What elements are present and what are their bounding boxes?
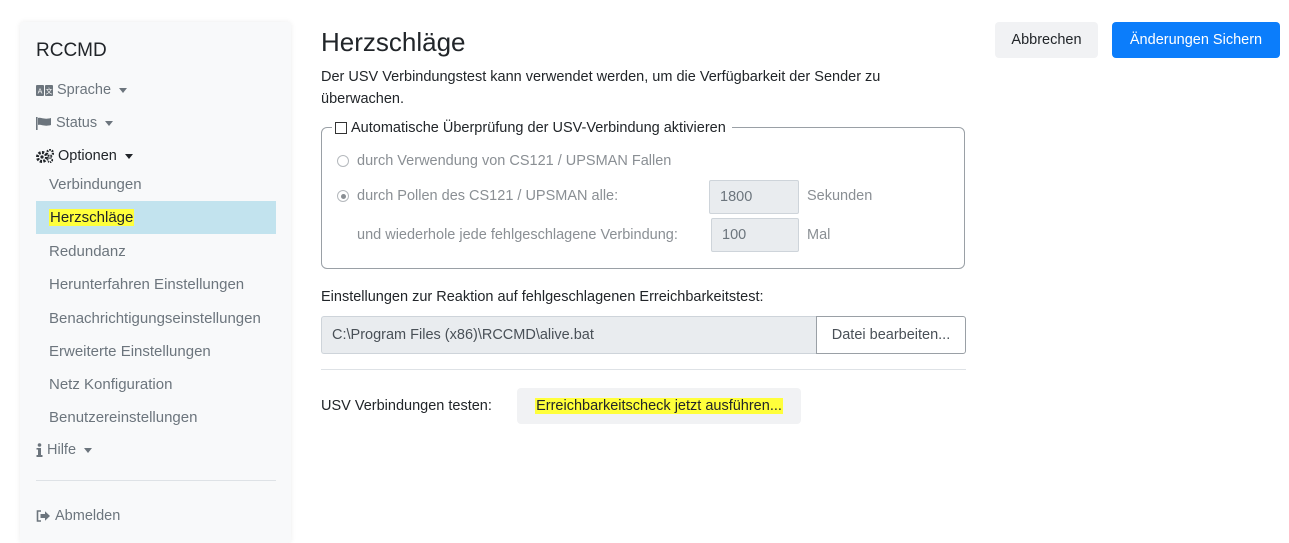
nav-help-label: Hilfe <box>47 442 77 458</box>
sidebar-item-label: Redundanz <box>49 243 126 260</box>
reaction-settings-label: Einstellungen zur Reaktion auf fehlgesch… <box>321 289 764 305</box>
sidebar-item-netz[interactable]: Netz Konfiguration <box>36 368 276 401</box>
nav-status-label: Status <box>56 115 98 131</box>
edit-file-button[interactable]: Datei bearbeiten... <box>816 316 966 354</box>
radio-polling[interactable] <box>337 190 349 202</box>
nav-language[interactable]: A文 Sprache <box>36 82 128 98</box>
chevron-down-icon <box>124 153 133 159</box>
sidebar-item-herunterfahren[interactable]: Herunterfahren Einstellungen <box>36 268 276 301</box>
sidebar-item-label: Benutzereinstellungen <box>49 409 198 426</box>
sidebar: RCCMD A文 Sprache Status Optionen Verbind… <box>20 22 291 543</box>
radio-traps-label: durch Verwendung von CS121 / UPSMAN Fall… <box>357 153 672 169</box>
chevron-down-icon <box>84 447 93 453</box>
page-description: Der USV Verbindungstest kann verwendet w… <box>321 69 881 107</box>
cogs-icon <box>36 149 54 163</box>
radio-option-polling[interactable]: durch Pollen des CS121 / UPSMAN alle: <box>337 188 618 204</box>
poll-interval-input[interactable]: 1800 <box>709 180 799 214</box>
sidebar-item-benutzer[interactable]: Benutzereinstellungen <box>36 401 276 434</box>
sidebar-item-label: Erweiterte Einstellungen <box>49 343 211 360</box>
radio-traps[interactable] <box>337 155 349 167</box>
sidebar-item-label: Herunterfahren Einstellungen <box>49 276 245 293</box>
run-check-label: Erreichbarkeitscheck jetzt ausführen... <box>535 398 783 414</box>
nav-status[interactable]: Status <box>36 115 114 131</box>
test-connections-label: USV Verbindungen testen: <box>321 398 492 414</box>
nav-options[interactable]: Optionen <box>36 148 133 164</box>
run-reachability-check-button[interactable]: Erreichbarkeitscheck jetzt ausführen... <box>517 388 801 424</box>
flag-icon <box>36 116 52 130</box>
sidebar-item-label: Benachrichtigungseinstellungen <box>49 310 261 327</box>
script-path-input[interactable]: C:\Program Files (x86)\RCCMD\alive.bat <box>321 316 817 354</box>
info-icon <box>36 443 43 457</box>
checkbox-auto-check[interactable] <box>335 122 347 134</box>
radio-option-traps[interactable]: durch Verwendung von CS121 / UPSMAN Fall… <box>337 153 671 169</box>
sidebar-item-verbindungen[interactable]: Verbindungen <box>36 168 276 201</box>
sidebar-item-label: Netz Konfiguration <box>49 376 173 393</box>
sidebar-divider <box>36 480 276 481</box>
radio-polling-label: durch Pollen des CS121 / UPSMAN alle: <box>357 188 619 204</box>
brand-title: RCCMD <box>36 40 107 61</box>
section-divider <box>321 369 966 370</box>
sidebar-item-redundanz[interactable]: Redundanz <box>36 235 276 268</box>
nav-logout-label: Abmelden <box>55 508 121 524</box>
svg-text:文: 文 <box>46 86 53 95</box>
sidebar-item-herzschlaege[interactable]: Herzschläge <box>36 201 276 234</box>
sidebar-item-erweitert[interactable]: Erweiterte Einstellungen <box>36 335 276 368</box>
retry-label: und wiederhole jede fehlgeschlagene Verb… <box>357 227 678 243</box>
sidebar-item-benachrichtigung[interactable]: Benachrichtigungseinstellungen <box>36 302 276 335</box>
sidebar-item-label: Verbindungen <box>49 176 142 193</box>
nav-language-label: Sprache <box>57 82 112 98</box>
nav-options-label: Optionen <box>58 148 117 164</box>
nav-logout[interactable]: Abmelden <box>36 508 120 524</box>
retry-unit-label: Mal <box>807 227 831 243</box>
cancel-button[interactable]: Abbrechen <box>995 22 1098 58</box>
auto-check-toggle[interactable]: Automatische Überprüfung der USV-Verbind… <box>332 118 732 138</box>
svg-text:A: A <box>38 87 43 95</box>
save-changes-button[interactable]: Änderungen Sichern <box>1112 22 1280 58</box>
nav-help[interactable]: Hilfe <box>36 442 93 458</box>
poll-unit-label: Sekunden <box>807 188 873 204</box>
auto-check-label: Automatische Überprüfung der USV-Verbind… <box>351 120 726 136</box>
chevron-down-icon <box>119 87 128 93</box>
sign-out-icon <box>36 510 51 522</box>
page-title: Herzschläge <box>321 27 466 57</box>
language-icon: A文 <box>36 84 53 96</box>
retry-count-input[interactable]: 100 <box>711 218 799 252</box>
chevron-down-icon <box>105 120 114 126</box>
sidebar-item-label: Herzschläge <box>49 209 135 226</box>
